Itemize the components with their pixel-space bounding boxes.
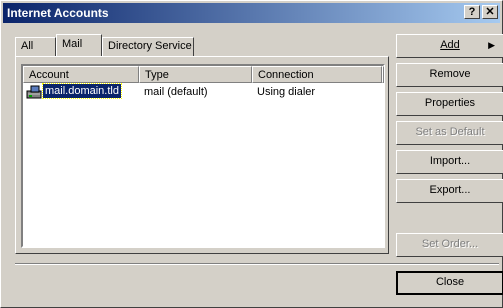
remove-button-label: Remove	[429, 68, 471, 80]
window-title: Internet Accounts	[7, 6, 109, 20]
title-bar[interactable]: Internet Accounts ? ✕	[3, 3, 500, 23]
column-header-connection[interactable]: Connection	[252, 66, 382, 83]
set-order-button[interactable]: Set Order...	[396, 233, 503, 257]
set-as-default-button-label: Set as Default	[415, 126, 485, 138]
mail-account-icon	[26, 85, 42, 99]
table-row[interactable]: mail.domain.tld mail (default) Using dia…	[23, 83, 383, 101]
tab-all[interactable]: All	[15, 37, 56, 56]
export-button-label: Export...	[429, 184, 471, 196]
import-button-label: Import...	[429, 155, 471, 167]
column-header-type[interactable]: Type	[139, 66, 252, 83]
properties-button[interactable]: Properties	[396, 92, 503, 116]
internet-accounts-dialog: Internet Accounts ? ✕ All Mail Directory…	[0, 0, 503, 308]
separator	[15, 263, 499, 265]
close-window-button[interactable]: ✕	[482, 5, 498, 19]
close-button-label: Close	[435, 276, 465, 288]
add-button-label: Add	[440, 39, 460, 51]
remove-button[interactable]: Remove	[396, 63, 503, 87]
account-connection-cell: Using dialer	[257, 86, 316, 98]
column-header-filler	[382, 66, 384, 83]
tab-all-label: All	[21, 40, 34, 52]
account-type-cell: mail (default)	[144, 86, 208, 98]
close-button[interactable]: Close	[396, 271, 503, 295]
account-name-cell: mail.domain.tld	[42, 83, 122, 99]
set-order-button-label: Set Order...	[421, 238, 479, 250]
properties-button-label: Properties	[424, 97, 476, 109]
column-header-type-label: Type	[145, 69, 169, 81]
arrow-right-icon: ▶	[488, 40, 495, 50]
accounts-list[interactable]: Account Type Connection mail.domain.tld …	[21, 64, 385, 248]
export-button[interactable]: Export...	[396, 179, 503, 203]
import-button[interactable]: Import...	[396, 150, 503, 174]
set-as-default-button[interactable]: Set as Default	[396, 121, 503, 145]
help-button[interactable]: ?	[464, 5, 480, 19]
column-header-connection-label: Connection	[258, 69, 314, 81]
tab-mail-label: Mail	[62, 38, 83, 50]
add-button[interactable]: Add ▶	[396, 34, 503, 58]
column-header-account[interactable]: Account	[23, 66, 139, 83]
column-header-account-label: Account	[29, 69, 69, 81]
tab-directory-service-label: Directory Service	[108, 40, 192, 52]
tab-directory-service[interactable]: Directory Service	[102, 37, 194, 56]
tab-mail[interactable]: Mail	[56, 34, 102, 56]
